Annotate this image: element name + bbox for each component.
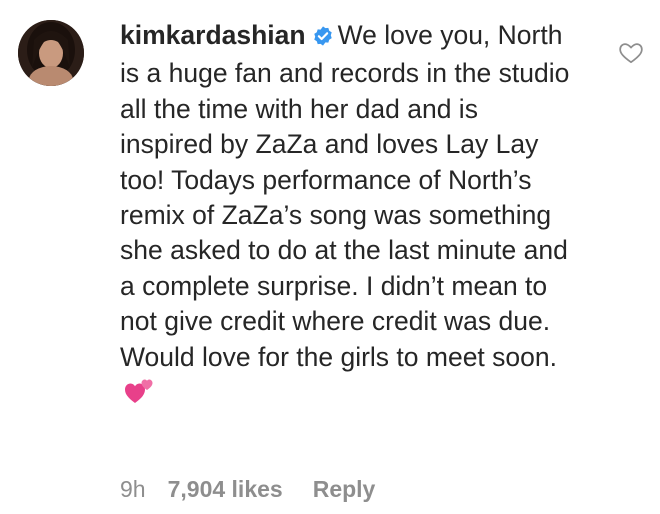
comment-text: We love you, North is a huge fan and rec… xyxy=(120,20,570,372)
comment-meta: 9h 7,904 likes Reply xyxy=(120,476,375,503)
likes-count[interactable]: 7,904 likes xyxy=(168,476,283,503)
comment-container: kimkardashian We love you, North is a hu… xyxy=(0,0,660,514)
comment-body: kimkardashian We love you, North is a hu… xyxy=(120,18,575,416)
like-button[interactable] xyxy=(618,40,644,66)
reply-button[interactable]: Reply xyxy=(313,476,376,503)
avatar[interactable] xyxy=(18,20,84,86)
username-link[interactable]: kimkardashian xyxy=(120,20,306,50)
comment-timestamp[interactable]: 9h xyxy=(120,476,146,503)
two-hearts-emoji xyxy=(124,377,154,416)
verified-badge-icon xyxy=(312,21,334,56)
heart-outline-icon xyxy=(619,43,643,64)
avatar-photo xyxy=(18,20,84,86)
